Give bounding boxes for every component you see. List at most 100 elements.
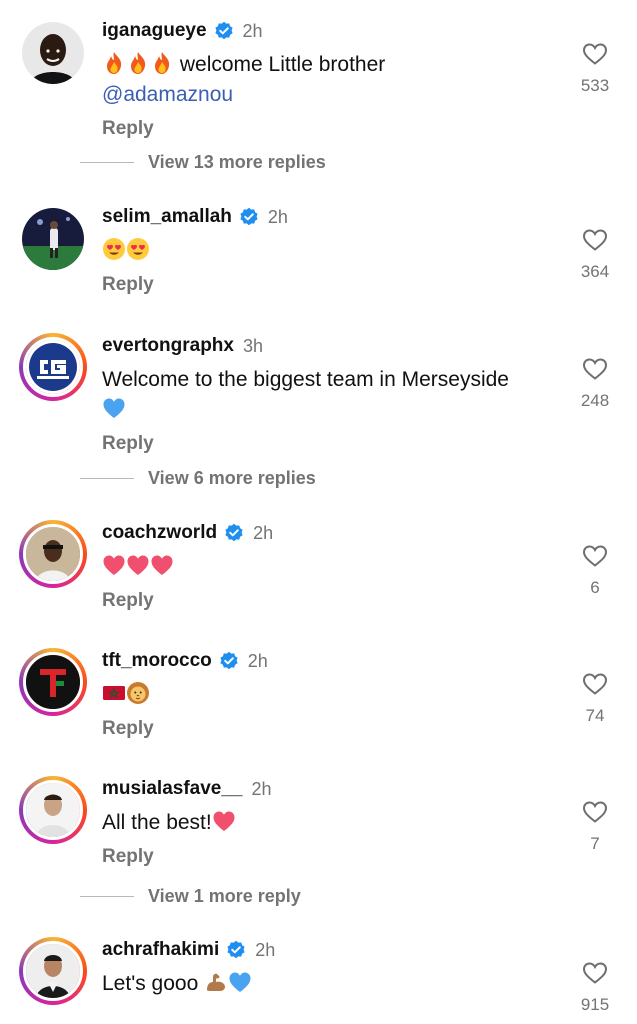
username[interactable]: iganagueye <box>102 20 207 42</box>
comment-text: Let's gooo <box>102 969 552 999</box>
comment-text <box>102 680 552 710</box>
red-heart-emoji <box>212 809 236 833</box>
red-heart-emoji <box>126 553 150 577</box>
avatar-image <box>23 941 83 1001</box>
comment-header: selim_amallah 2h <box>102 204 552 230</box>
lion-face-emoji <box>126 681 150 705</box>
username[interactable]: achrafhakimi <box>102 939 219 961</box>
avatar[interactable] <box>19 776 87 844</box>
comment-header: musialasfave__ 2h <box>102 776 552 802</box>
like-control: 915 <box>570 961 620 1015</box>
comment-text: Welcome to the biggest team in Merseysid… <box>102 365 552 425</box>
verified-check-icon <box>226 940 246 960</box>
heart-eyes-emoji <box>102 237 126 261</box>
like-control: 7 <box>570 800 620 854</box>
avatar-image <box>22 208 84 270</box>
reply-button[interactable]: Reply <box>102 846 154 868</box>
avatar[interactable] <box>19 333 87 401</box>
fire-emoji <box>102 51 126 75</box>
timestamp: 3h <box>242 335 264 356</box>
divider <box>80 896 134 897</box>
comment-text: welcome Little brother @adamaznou <box>102 50 552 110</box>
view-more-replies-label: View 6 more replies <box>148 468 316 488</box>
username[interactable]: musialasfave__ <box>102 778 243 800</box>
view-more-replies-label: View 13 more replies <box>148 152 326 172</box>
heart-outline-icon[interactable] <box>582 357 608 381</box>
reply-button[interactable]: Reply <box>102 118 154 140</box>
view-more-replies[interactable]: View 13 more replies <box>80 152 326 173</box>
comment-body: musialasfave__ 2h All the best! Reply <box>102 776 552 868</box>
reply-button[interactable]: Reply <box>102 433 154 455</box>
timestamp: 2h <box>253 522 274 543</box>
comment-header: achrafhakimi 2h <box>102 937 552 963</box>
avatar-image <box>23 780 83 840</box>
like-control: 248 <box>570 357 620 411</box>
heart-eyes-emoji <box>126 237 150 261</box>
heart-outline-icon[interactable] <box>582 228 608 252</box>
timestamp: 2h <box>247 650 268 671</box>
like-control: 6 <box>570 544 620 598</box>
reply-button[interactable]: Reply <box>102 274 154 296</box>
avatar[interactable] <box>19 937 87 1005</box>
avatar[interactable] <box>22 208 84 270</box>
comment-text-content: welcome Little brother <box>179 53 386 76</box>
heart-outline-icon[interactable] <box>582 800 608 824</box>
red-heart-emoji <box>150 553 174 577</box>
like-count: 364 <box>580 262 610 281</box>
comment-body: selim_amallah 2h Reply <box>102 204 552 296</box>
comment-text-content: Let's gooo <box>102 972 199 995</box>
avatar-image <box>23 337 83 397</box>
fire-emoji <box>150 51 174 75</box>
comment-header: tft_morocco 2h <box>102 648 552 674</box>
timestamp: 2h <box>242 20 263 41</box>
comment-body: coachzworld 2h Reply <box>102 520 552 612</box>
verified-check-icon <box>224 523 244 543</box>
heart-outline-icon[interactable] <box>582 672 608 696</box>
like-count: 74 <box>585 706 605 725</box>
heart-outline-icon[interactable] <box>582 42 608 66</box>
like-count: 6 <box>590 578 600 597</box>
timestamp: 2h <box>267 206 288 227</box>
divider <box>80 162 134 163</box>
reply-button[interactable]: Reply <box>102 718 154 740</box>
comment-text: All the best! <box>102 808 552 838</box>
mention-link[interactable]: @adamaznou <box>102 83 233 106</box>
red-heart-emoji <box>102 553 126 577</box>
flexed-biceps-emoji <box>204 970 228 994</box>
comment-text-content: Welcome to the biggest team in Merseysid… <box>102 368 509 391</box>
comments-list: iganagueye 2h welcome Little brother @ad… <box>0 0 637 1024</box>
comment-header: coachzworld 2h <box>102 520 552 546</box>
verified-check-icon <box>219 651 239 671</box>
view-more-replies[interactable]: View 1 more reply <box>80 886 301 907</box>
like-count: 915 <box>580 995 610 1014</box>
comment-text-content: All the best! <box>102 811 212 834</box>
comment-body: achrafhakimi 2h Let's gooo <box>102 937 552 999</box>
avatar-image <box>23 652 83 712</box>
like-control: 533 <box>570 42 620 96</box>
username[interactable]: selim_amallah <box>102 206 232 228</box>
comment-body: iganagueye 2h welcome Little brother @ad… <box>102 18 552 140</box>
divider <box>80 478 134 479</box>
verified-check-icon <box>214 21 234 41</box>
avatar[interactable] <box>19 520 87 588</box>
username[interactable]: tft_morocco <box>102 650 212 672</box>
view-more-replies[interactable]: View 6 more replies <box>80 468 316 489</box>
avatar-image <box>23 524 83 584</box>
avatar-image <box>22 22 84 84</box>
username[interactable]: evertongraphx <box>102 335 234 357</box>
like-control: 364 <box>570 228 620 282</box>
verified-check-icon <box>239 207 259 227</box>
avatar[interactable] <box>22 22 84 84</box>
blue-heart-emoji <box>228 970 252 994</box>
heart-outline-icon[interactable] <box>582 961 608 985</box>
timestamp: 2h <box>251 778 272 799</box>
reply-button[interactable]: Reply <box>102 590 154 612</box>
avatar[interactable] <box>19 648 87 716</box>
username[interactable]: coachzworld <box>102 522 217 544</box>
like-count: 248 <box>580 391 610 410</box>
like-control: 74 <box>570 672 620 726</box>
view-more-replies-label: View 1 more reply <box>148 886 301 906</box>
heart-outline-icon[interactable] <box>582 544 608 568</box>
comment-header: evertongraphx 3h <box>102 333 552 359</box>
fire-emoji <box>126 51 150 75</box>
